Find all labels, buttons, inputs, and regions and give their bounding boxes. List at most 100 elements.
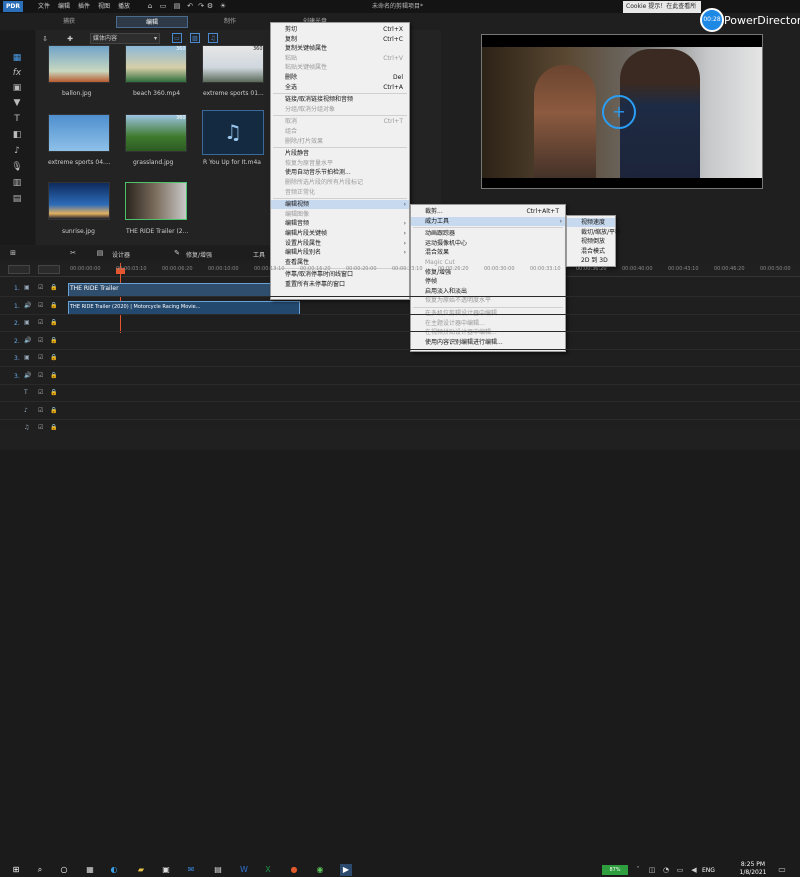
menu-item[interactable]: 编辑片段别名 › [271,248,409,257]
thumb-sunrise[interactable] [48,182,110,220]
lock-icon[interactable]: 🔒 [50,407,57,414]
thumb-ballon[interactable] [48,45,110,83]
tools-button[interactable]: 工具 [253,250,265,259]
thumb-extreme-sports-04[interactable] [48,114,110,152]
notification-banner[interactable]: Cookie 提示！在此查看所有的缓存与版图 [623,1,701,22]
menu-item[interactable]: 动画跟踪器 [411,229,565,238]
menu-item[interactable]: 视频速度 [567,218,615,227]
audio-filter-icon[interactable]: ♫ [208,33,218,43]
store-icon[interactable]: ▣ [160,864,172,876]
mail-icon[interactable]: ✉ [185,864,197,876]
fix-enhance-icon[interactable]: ✎ [172,248,182,258]
timeline-track[interactable] [0,385,800,402]
chrome-icon[interactable]: ◉ [314,864,326,876]
battery-icon[interactable]: ▭ [674,864,686,876]
pip-room-icon[interactable]: ▣ [11,82,23,94]
lightbulb-icon[interactable]: ☀ [218,1,228,11]
import-icon[interactable]: ⇩ [40,34,50,44]
menu-item[interactable]: 设置片段属性 › [271,239,409,248]
menu-view[interactable]: 视图 [98,1,110,10]
menu-playback[interactable]: 播放 [118,1,130,10]
home-icon[interactable]: ⌂ [145,1,155,11]
fit-timeline-button[interactable] [38,265,60,274]
media-filter-select[interactable]: 媒体内容 ▾ [90,33,160,44]
windows-start-icon[interactable]: ⊞ [10,864,22,876]
timeline-track[interactable] [0,298,800,315]
timeline-track[interactable] [0,368,800,385]
chevron-up-icon[interactable]: ˄ [632,864,644,876]
menu-item[interactable]: 混合效果 [411,248,565,257]
fix-enhance-button[interactable]: 修复/增强 [186,250,212,259]
subtitle-room-icon[interactable]: ▤ [11,193,23,205]
powerdirector-taskbar-icon[interactable]: ▶ [340,864,352,876]
lock-icon[interactable]: 🔒 [50,284,57,291]
title-room-icon[interactable]: T [11,113,23,125]
lock-icon[interactable]: 🔒 [50,389,57,396]
menu-item[interactable]: 2D 到 3D [567,256,615,265]
menu-item[interactable]: 片段静音 [271,149,409,158]
search-icon[interactable]: ⌕ [34,864,46,876]
edge-icon[interactable]: ◐ [108,864,120,876]
tracks-icon[interactable]: ⊞ [8,248,18,258]
task-view-icon[interactable]: ○ [58,864,70,876]
track-enable-checkbox[interactable]: ☑ [38,302,43,309]
voiceover-icon[interactable]: 🎙 [11,161,23,173]
system-clock[interactable]: 8:25 PM 1/8/2021 [738,861,768,877]
wifi-icon[interactable]: ◔ [660,864,672,876]
menu-item[interactable]: 复制 Ctrl+C [271,35,409,44]
firefox-icon[interactable]: ● [288,864,300,876]
track-enable-checkbox[interactable]: ☑ [38,319,43,326]
open-icon[interactable]: ▭ [158,1,168,11]
menu-plugins[interactable]: 插件 [78,1,90,10]
plugin-icon[interactable]: ✚ [65,34,75,44]
lock-icon[interactable]: 🔒 [50,302,57,309]
menu-item[interactable]: 威力工具 › [411,216,565,226]
menu-item[interactable]: 删除 Del [271,73,409,82]
track-manager-button[interactable] [8,265,30,274]
lock-icon[interactable]: 🔒 [50,354,57,361]
preview-window[interactable]: + [481,34,763,189]
menu-item[interactable]: 裁剪... Ctrl+Alt+T [411,207,565,216]
save-icon[interactable]: ▤ [172,1,182,11]
network-icon[interactable]: ◫ [646,864,658,876]
menu-item[interactable]: 链接/取消链接视频和音频 [271,95,409,104]
menu-item[interactable]: 使用自动音乐节拍检测... [271,168,409,177]
widgets-icon[interactable]: ▦ [84,864,96,876]
menu-edit[interactable]: 编辑 [58,1,70,10]
thumb-the-ride-trailer[interactable] [125,182,187,220]
video-filter-icon[interactable]: ▭ [172,33,182,43]
volume-icon[interactable]: ◀ [688,864,700,876]
track-enable-checkbox[interactable]: ☑ [38,354,43,361]
designer-icon[interactable]: ▤ [95,248,105,258]
timeline-track[interactable] [0,350,800,367]
lock-icon[interactable]: 🔒 [50,319,57,326]
track-enable-checkbox[interactable]: ☑ [38,389,43,396]
menu-item[interactable]: 全选 Ctrl+A [271,83,409,92]
settings-icon[interactable]: ⚙ [205,1,215,11]
menu-item[interactable]: 视频倒放 [567,237,615,246]
excel-icon[interactable]: X [262,864,274,876]
menu-item[interactable]: 剪切 Ctrl+X [271,25,409,34]
scissors-icon[interactable]: ✂ [68,248,78,258]
music-note-icon[interactable]: ♫ [202,110,264,155]
language-indicator[interactable]: ENG [702,867,715,874]
tab-edit[interactable]: 编辑 [116,16,188,28]
tab-produce[interactable]: 制作 [200,16,260,28]
timeline-track[interactable] [0,280,800,297]
track-enable-checkbox[interactable]: ☑ [38,337,43,344]
menu-item[interactable]: 裁切/缩放/平移 [567,228,621,237]
timeline-track[interactable] [0,333,800,350]
tab-capture[interactable]: 捕获 [40,16,98,28]
photos-icon[interactable]: ▤ [212,864,224,876]
track-enable-checkbox[interactable]: ☑ [38,407,43,414]
audio-mixing-icon[interactable]: ♪ [11,145,23,157]
crosshair-icon[interactable]: + [602,95,636,129]
menu-item[interactable]: 混合模式 [567,247,615,256]
fx-room-icon[interactable]: fx [11,67,23,79]
track-enable-checkbox[interactable]: ☑ [38,372,43,379]
timeline-track[interactable] [0,403,800,420]
media-room-icon[interactable]: ▦ [11,52,23,64]
timeline-track[interactable] [0,315,800,332]
timeline-track[interactable] [0,420,800,430]
undo-icon[interactable]: ↶ [185,1,195,11]
